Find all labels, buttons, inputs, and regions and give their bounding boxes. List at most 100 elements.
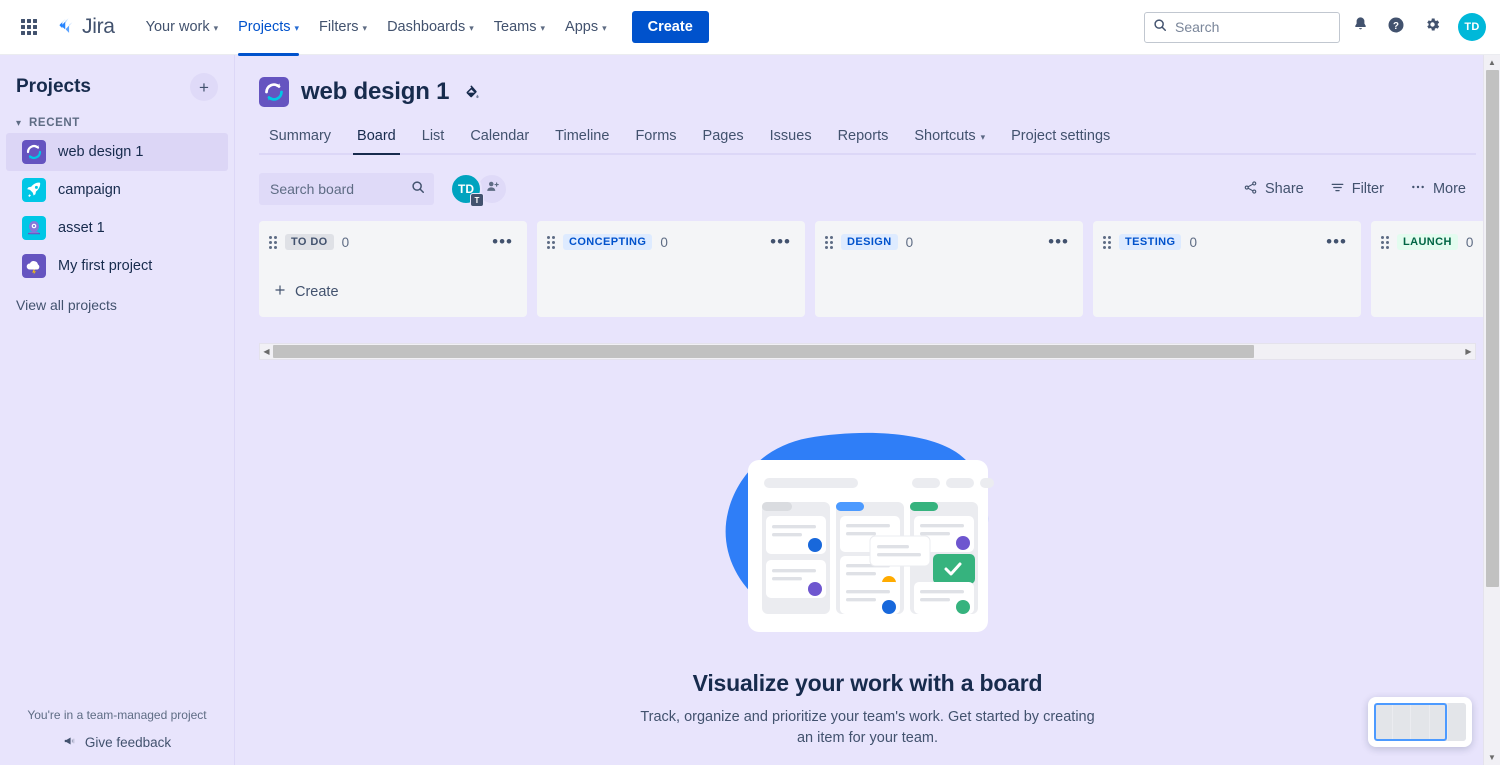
projects-sidebar: Projects + ▾ RECENT web design 1 campaig… <box>0 55 235 765</box>
nav-item-label: Filters <box>319 19 359 35</box>
chevron-down-icon: ▾ <box>294 22 300 33</box>
nav-item-projects[interactable]: Projects ▾ <box>229 12 308 56</box>
sidebar-section-recent[interactable]: ▾ RECENT <box>0 111 234 133</box>
global-navigation: Jira Your work ▾ Projects ▾ Filters ▾ Da… <box>0 0 1500 56</box>
tab-project-settings[interactable]: Project settings <box>1001 121 1120 153</box>
board-illustration <box>712 432 1024 652</box>
add-person-icon <box>485 179 500 199</box>
drag-handle-icon[interactable] <box>547 235 555 249</box>
board-horizontal-scrollbar[interactable]: ◀ ▶ <box>259 343 1476 360</box>
nav-item-filters[interactable]: Filters ▾ <box>310 12 376 42</box>
chevron-down-icon: ▾ <box>980 131 986 142</box>
drag-handle-icon[interactable] <box>1381 235 1389 249</box>
tab-timeline[interactable]: Timeline <box>545 121 619 153</box>
board-column-design[interactable]: DESIGN 0 ••• <box>815 221 1083 317</box>
scrollbar-track[interactable] <box>273 345 1462 358</box>
sidebar-item-my-first-project[interactable]: My first project <box>6 247 228 285</box>
nav-item-teams[interactable]: Teams ▾ <box>485 12 554 42</box>
board-search[interactable] <box>259 173 434 205</box>
tab-shortcuts[interactable]: Shortcuts ▾ <box>904 121 995 153</box>
nav-item-your-work[interactable]: Your work ▾ <box>137 12 227 42</box>
avatar[interactable]: TD T <box>450 173 484 207</box>
add-project-button[interactable]: + <box>190 73 218 101</box>
tab-list[interactable]: List <box>412 121 455 153</box>
column-header: DESIGN 0 ••• <box>825 231 1073 253</box>
help-button[interactable]: ? <box>1380 11 1412 43</box>
give-feedback-button[interactable]: Give feedback <box>63 734 171 751</box>
column-menu-button[interactable]: ••• <box>1044 233 1073 250</box>
more-horizontal-icon <box>1410 179 1426 199</box>
settings-button[interactable] <box>1416 11 1448 43</box>
chevron-up-icon[interactable]: ▲ <box>1488 55 1496 70</box>
column-menu-button[interactable]: ••• <box>488 233 517 250</box>
column-header: CONCEPTING 0 ••• <box>547 231 795 253</box>
board-minimap[interactable] <box>1368 697 1472 747</box>
tab-board[interactable]: Board <box>347 121 406 155</box>
project-icon-rocket <box>22 178 46 202</box>
svg-text:?: ? <box>1393 20 1399 31</box>
board-column-todo[interactable]: TO DO 0 ••• Create <box>259 221 527 317</box>
nav-item-label: Apps <box>565 19 599 35</box>
nav-item-dashboards[interactable]: Dashboards ▾ <box>378 12 483 42</box>
board-column-testing[interactable]: TESTING 0 ••• <box>1093 221 1361 317</box>
search-icon <box>1153 18 1167 37</box>
status-badge: DESIGN <box>841 234 898 250</box>
search-input[interactable] <box>1175 19 1331 35</box>
minimap-viewport[interactable] <box>1374 703 1447 741</box>
column-menu-button[interactable]: ••• <box>766 233 795 250</box>
jira-home-link[interactable]: Jira <box>56 15 115 39</box>
empty-state-title: Visualize your work with a board <box>692 670 1043 696</box>
board-column-concepting[interactable]: CONCEPTING 0 ••• <box>537 221 805 317</box>
view-all-projects-link[interactable]: View all projects <box>0 285 234 325</box>
scrollbar-track[interactable] <box>1485 70 1499 750</box>
chevron-down-icon: ▾ <box>16 117 22 129</box>
share-button[interactable]: Share <box>1233 174 1314 205</box>
chevron-left-icon[interactable]: ◀ <box>260 347 273 356</box>
notifications-button[interactable] <box>1344 11 1376 43</box>
app-switcher-icon[interactable] <box>14 12 44 42</box>
chevron-down-icon: ▾ <box>213 22 219 33</box>
nav-item-apps[interactable]: Apps ▾ <box>556 12 616 42</box>
sidebar-item-label: asset 1 <box>58 220 105 236</box>
tab-calendar[interactable]: Calendar <box>460 121 539 153</box>
create-button[interactable]: Create <box>631 11 709 43</box>
column-menu-button[interactable]: ••• <box>1322 233 1351 250</box>
filter-button[interactable]: Filter <box>1320 174 1394 205</box>
drag-handle-icon[interactable] <box>1103 235 1111 249</box>
bell-icon <box>1352 16 1369 38</box>
global-search[interactable] <box>1144 11 1340 43</box>
page-vertical-scrollbar[interactable]: ▲ ▼ <box>1483 55 1500 765</box>
drag-handle-icon[interactable] <box>269 235 277 249</box>
create-item-button[interactable]: Create <box>269 279 517 305</box>
filter-icon <box>1330 180 1345 199</box>
chevron-right-icon[interactable]: ▶ <box>1462 347 1475 356</box>
nav-item-label: Dashboards <box>387 19 466 35</box>
filter-label: Filter <box>1351 181 1384 197</box>
page-title: web design 1 <box>301 78 450 105</box>
tab-pages[interactable]: Pages <box>693 121 754 153</box>
sidebar-item-web-design-1[interactable]: web design 1 <box>6 133 228 171</box>
more-label: More <box>1432 181 1466 197</box>
tab-forms[interactable]: Forms <box>625 121 686 153</box>
board-column-launch[interactable]: LAUNCH 0 <box>1371 221 1489 317</box>
sidebar-item-campaign[interactable]: campaign <box>6 171 228 209</box>
status-badge: LAUNCH <box>1397 234 1458 250</box>
tab-reports[interactable]: Reports <box>828 121 899 153</box>
search-board-input[interactable] <box>270 181 405 197</box>
jira-wordmark: Jira <box>82 15 115 38</box>
drag-handle-icon[interactable] <box>825 235 833 249</box>
tab-label: Summary <box>269 128 332 144</box>
tab-issues[interactable]: Issues <box>760 121 822 153</box>
sidebar-item-asset-1[interactable]: asset 1 <box>6 209 228 247</box>
sidebar-item-label: campaign <box>58 182 121 198</box>
chevron-down-icon[interactable]: ▼ <box>1488 750 1496 765</box>
more-button[interactable]: More <box>1400 173 1476 205</box>
tab-summary[interactable]: Summary <box>259 121 341 153</box>
scrollbar-thumb[interactable] <box>1485 70 1499 587</box>
paint-bucket-icon[interactable] <box>463 84 480 101</box>
user-avatar[interactable]: TD <box>1458 13 1486 41</box>
column-count: 0 <box>660 234 668 250</box>
tab-label: Board <box>357 128 396 144</box>
tab-label: Issues <box>769 128 812 144</box>
scrollbar-thumb[interactable] <box>273 345 1254 358</box>
